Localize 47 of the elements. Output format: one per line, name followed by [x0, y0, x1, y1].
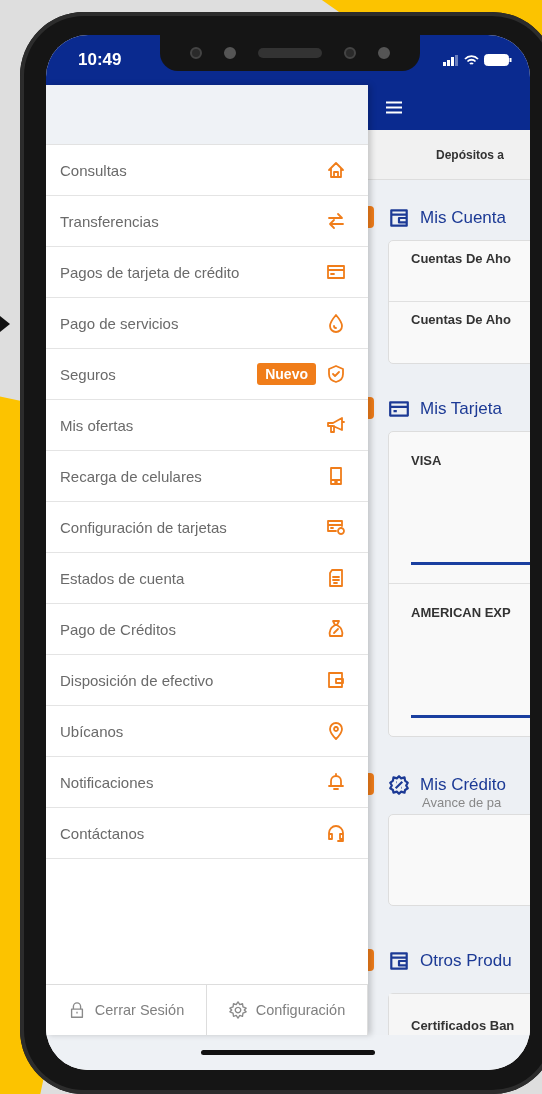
wifi-icon: [464, 54, 479, 66]
drop-icon: [326, 313, 346, 333]
footer-button[interactable]: Cerrar Sesión: [46, 985, 207, 1035]
wallet-icon: [388, 207, 410, 229]
signal-icon: [443, 54, 459, 66]
section-marker: [368, 773, 374, 795]
menu-item[interactable]: Seguros Nuevo: [46, 349, 368, 400]
menu-item[interactable]: Disposición de efectivo: [46, 655, 368, 706]
new-badge: Nuevo: [257, 363, 316, 385]
document-icon: [326, 568, 346, 588]
section-title: Otros Produ: [420, 951, 512, 971]
product-name[interactable]: AMERICAN EXP: [411, 605, 511, 620]
section-subtitle: Avance de pa: [421, 795, 503, 810]
menu-item[interactable]: Configuración de tarjetas: [46, 502, 368, 553]
home-icon: [326, 160, 346, 180]
product-name[interactable]: VISA: [411, 453, 442, 468]
credit-card-icon: [326, 262, 346, 282]
shield-check-icon: [326, 364, 346, 384]
swap-arrows-icon: [326, 211, 346, 231]
credit-card-icon: [388, 398, 410, 420]
megaphone-icon: [326, 415, 346, 435]
section-marker: [368, 949, 374, 971]
section-marker: [368, 397, 374, 419]
section-marker: [368, 206, 374, 228]
wallet-icon: [388, 950, 410, 972]
battery-icon: [484, 54, 512, 66]
percent-badge-icon: [388, 774, 410, 796]
card-gear-icon: [326, 517, 346, 537]
pointer-arrow-icon: [0, 316, 10, 332]
money-bag-icon: [326, 619, 346, 639]
settings-icon: [228, 1001, 247, 1019]
product-name[interactable]: Certificados Ban: [411, 1018, 515, 1033]
product-name[interactable]: Cuentas De Aho: [411, 312, 511, 327]
menu-icon[interactable]: [386, 101, 402, 114]
wallet-icon: [326, 670, 346, 690]
bell-icon: [326, 772, 346, 792]
section-title: Mis Cuenta: [420, 208, 506, 228]
footer-button[interactable]: Configuración: [207, 985, 368, 1035]
menu-item[interactable]: Pagos de tarjeta de crédito: [46, 247, 368, 298]
headset-icon: [326, 823, 346, 843]
product-name[interactable]: Cuentas De Aho: [411, 251, 511, 266]
status-time: 10:49: [78, 50, 122, 70]
section-title: Mis Crédito: [420, 775, 506, 795]
section-title: Mis Tarjeta: [420, 399, 502, 419]
location-pin-icon: [326, 721, 346, 741]
menu-item[interactable]: Estados de cuenta: [46, 553, 368, 604]
tab[interactable]: Depósitos a: [436, 147, 504, 162]
